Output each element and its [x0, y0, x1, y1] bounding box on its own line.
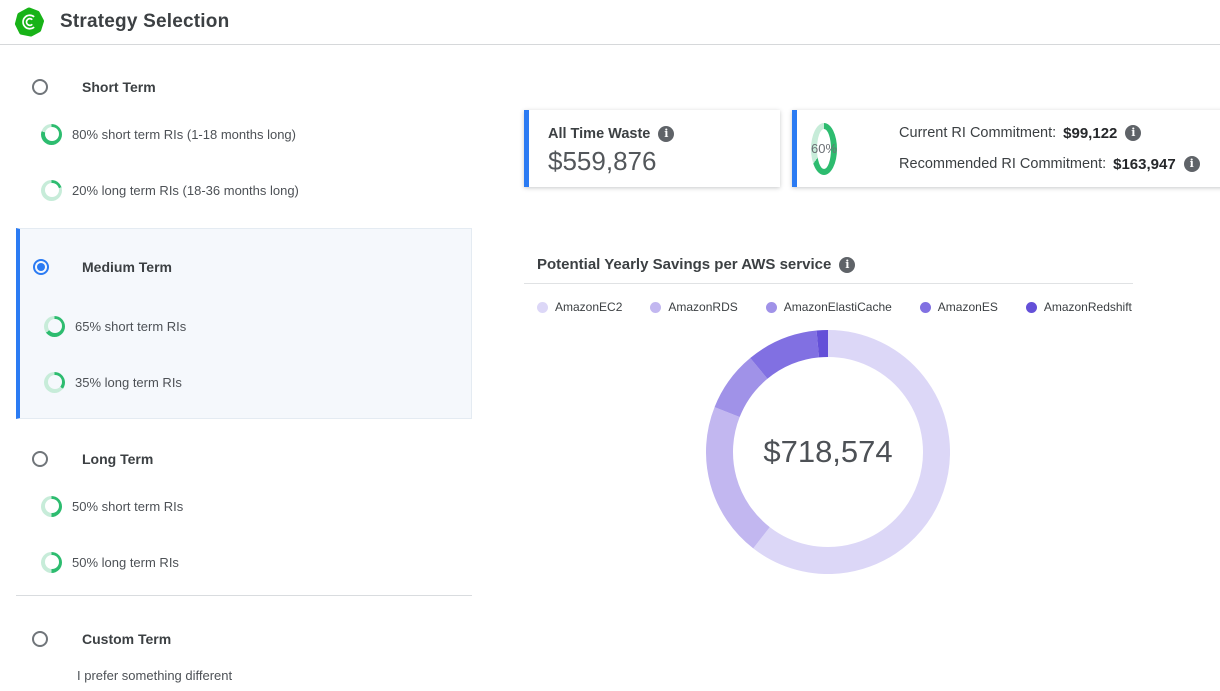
- allocation-label: 20% long term RIs (18-36 months long): [72, 183, 299, 198]
- legend-label: AmazonElastiCache: [784, 300, 892, 314]
- info-icon[interactable]: i: [1184, 156, 1200, 172]
- current-ri-value: $99,122: [1063, 125, 1117, 142]
- info-icon[interactable]: i: [658, 126, 674, 142]
- option-label: Long Term: [82, 451, 153, 467]
- progress-ring-65: [44, 316, 65, 337]
- legend-item-AmazonRedshift[interactable]: AmazonRedshift: [1026, 300, 1132, 314]
- allocation-label: 35% long term RIs: [75, 375, 182, 390]
- donut-segment-AmazonEC2[interactable]: [762, 344, 937, 561]
- strategy-option-medium-term-panel: Medium Term 65% short term RIs 35% long …: [16, 228, 472, 419]
- legend-item-AmazonES[interactable]: AmazonES: [920, 300, 998, 314]
- strategy-option-long-term[interactable]: Long Term: [16, 447, 472, 471]
- radio-medium-term-selected[interactable]: [33, 259, 49, 275]
- legend-item-AmazonEC2[interactable]: AmazonEC2: [537, 300, 622, 314]
- strategy-list: Short Term 80% short term RIs (1-18 mont…: [16, 64, 472, 687]
- allocation-label: 65% short term RIs: [75, 319, 186, 334]
- option-label: Short Term: [82, 79, 156, 95]
- legend-label: AmazonRDS: [668, 300, 737, 314]
- radio-short-term[interactable]: [32, 79, 48, 95]
- info-icon[interactable]: i: [839, 257, 855, 273]
- section-divider: [16, 595, 472, 596]
- donut-segment-AmazonElastiCache[interactable]: [727, 368, 759, 412]
- radio-long-term[interactable]: [32, 451, 48, 467]
- waste-card-value: $559,876: [548, 146, 780, 177]
- savings-donut-chart: $718,574: [706, 330, 950, 574]
- allocation-item: 35% long term RIs: [44, 370, 471, 394]
- donut-segment-AmazonRDS[interactable]: [720, 412, 762, 538]
- allocation-item: 65% short term RIs: [44, 314, 471, 338]
- chart-title-divider: [524, 283, 1133, 284]
- legend-label: AmazonRedshift: [1044, 300, 1132, 314]
- allocation-label: 80% short term RIs (1-18 months long): [72, 127, 296, 142]
- legend-item-AmazonElastiCache[interactable]: AmazonElastiCache: [766, 300, 892, 314]
- progress-ring-35: [44, 372, 65, 393]
- chart-legend: AmazonEC2 AmazonRDS AmazonElastiCache Amazo…: [537, 300, 1132, 314]
- allocation-item: 20% long term RIs (18-36 months long): [41, 178, 472, 202]
- info-icon[interactable]: i: [1125, 125, 1141, 141]
- ri-commitment-card: 60% Current RI Commitment: $99,122 i Rec…: [792, 110, 1220, 187]
- strategy-option-short-term[interactable]: Short Term: [16, 75, 472, 99]
- radio-custom-term[interactable]: [32, 631, 48, 647]
- progress-ring-50: [41, 496, 62, 517]
- allocation-label: 50% long term RIs: [72, 555, 179, 570]
- recommended-ri-commitment-row: Recommended RI Commitment: $163,947 i: [899, 153, 1200, 175]
- custom-term-note-row: I prefer something different: [41, 663, 472, 687]
- allocation-item: 50% short term RIs: [41, 494, 472, 518]
- current-ri-label: Current RI Commitment:: [899, 125, 1056, 141]
- progress-ring-80: [41, 124, 62, 145]
- waste-card-label: All Time Waste: [548, 126, 650, 142]
- progress-ring-50b: [41, 552, 62, 573]
- legend-dot: [1026, 302, 1037, 313]
- legend-dot: [766, 302, 777, 313]
- recommended-ri-label: Recommended RI Commitment:: [899, 156, 1106, 172]
- chart-title: Potential Yearly Savings per AWS service: [537, 256, 831, 273]
- allocation-item: 50% long term RIs: [41, 550, 472, 574]
- legend-label: AmazonEC2: [555, 300, 622, 314]
- legend-label: AmazonES: [938, 300, 998, 314]
- chart-title-row: Potential Yearly Savings per AWS service…: [537, 256, 855, 273]
- legend-dot: [650, 302, 661, 313]
- page-title: Strategy Selection: [60, 11, 229, 33]
- option-label: Medium Term: [82, 259, 172, 275]
- strategy-option-custom-term[interactable]: Custom Term: [16, 627, 472, 651]
- app-header: Strategy Selection: [0, 0, 1220, 45]
- recommended-ri-value: $163,947: [1113, 156, 1176, 173]
- strategy-option-medium-term[interactable]: Medium Term: [20, 255, 471, 279]
- commitment-progress-ring-60: 60%: [811, 123, 837, 175]
- legend-dot: [537, 302, 548, 313]
- allocation-label: 50% short term RIs: [72, 499, 183, 514]
- all-time-waste-card: All Time Waste i $559,876: [524, 110, 780, 187]
- current-ri-commitment-row: Current RI Commitment: $99,122 i: [899, 122, 1200, 144]
- commitment-percent-label: 60%: [811, 141, 837, 156]
- donut-segment-AmazonES[interactable]: [759, 344, 818, 368]
- legend-dot: [920, 302, 931, 313]
- donut-svg: [706, 330, 950, 574]
- legend-item-AmazonRDS[interactable]: AmazonRDS: [650, 300, 737, 314]
- allocation-item: 80% short term RIs (1-18 months long): [41, 122, 472, 146]
- option-label: Custom Term: [82, 631, 171, 647]
- custom-term-note: I prefer something different: [77, 668, 232, 683]
- cloudcheckr-logo-icon: [14, 7, 44, 37]
- progress-ring-20: [41, 180, 62, 201]
